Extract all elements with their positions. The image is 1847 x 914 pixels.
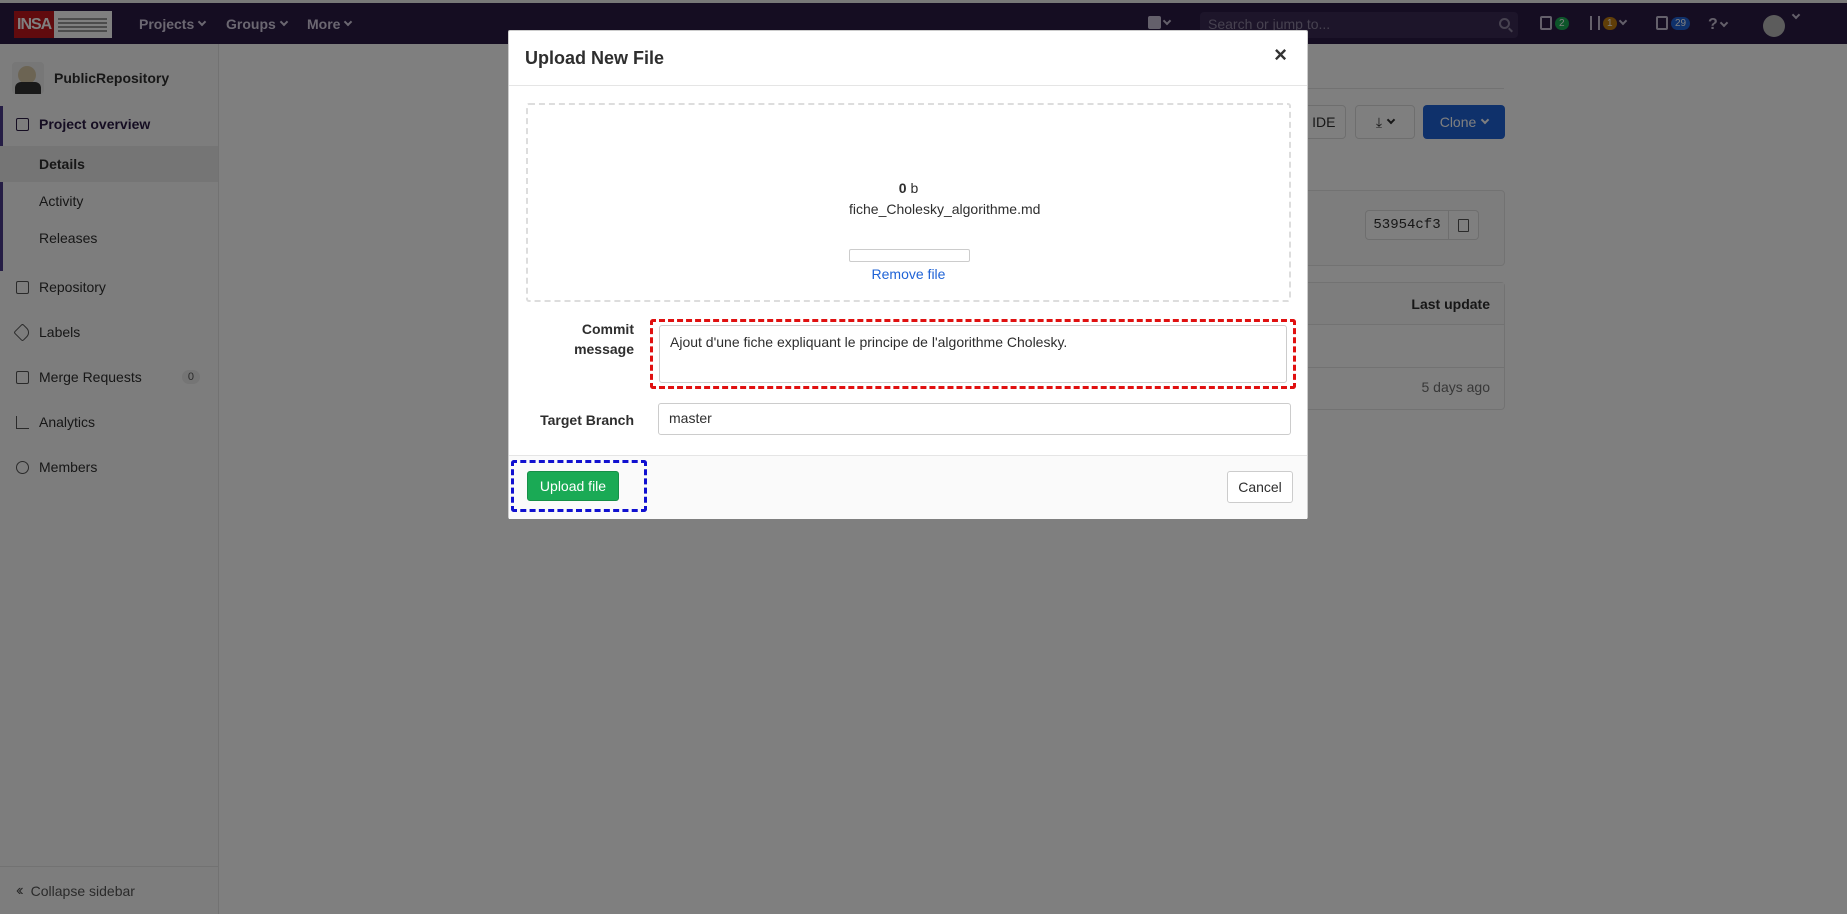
commit-message-highlight: Ajout d'une fiche expliquant le principe… <box>650 319 1296 389</box>
upload-button-highlight: Upload file <box>511 460 647 512</box>
close-icon[interactable]: × <box>1274 44 1287 66</box>
modal-header: Upload New File × <box>509 31 1307 86</box>
target-branch-input[interactable]: master <box>658 403 1291 435</box>
upload-file-modal: Upload New File × 0 b fiche_Cholesky_alg… <box>508 30 1308 519</box>
modal-footer: Upload file Cancel <box>509 455 1307 519</box>
file-size-value: 0 <box>898 180 907 196</box>
commit-message-label: Commit message <box>549 319 634 359</box>
upload-file-button[interactable]: Upload file <box>527 471 619 501</box>
target-branch-label: Target Branch <box>540 412 634 428</box>
commit-message-textarea[interactable]: Ajout d'une fiche expliquant le principe… <box>659 325 1287 383</box>
file-dropzone[interactable]: 0 b fiche_Cholesky_algorithme.md Remove … <box>526 103 1291 302</box>
remove-file-link[interactable]: Remove file <box>528 266 1289 282</box>
file-size-unit: b <box>910 180 919 196</box>
modal-title: Upload New File <box>525 48 665 68</box>
commit-label-line2: message <box>574 341 634 357</box>
cancel-button[interactable]: Cancel <box>1227 471 1293 503</box>
file-name: fiche_Cholesky_algorithme.md <box>849 201 1041 217</box>
upload-progress-bar <box>849 249 970 262</box>
file-size: 0 b <box>528 180 1289 196</box>
commit-label-line1: Commit <box>581 321 634 337</box>
